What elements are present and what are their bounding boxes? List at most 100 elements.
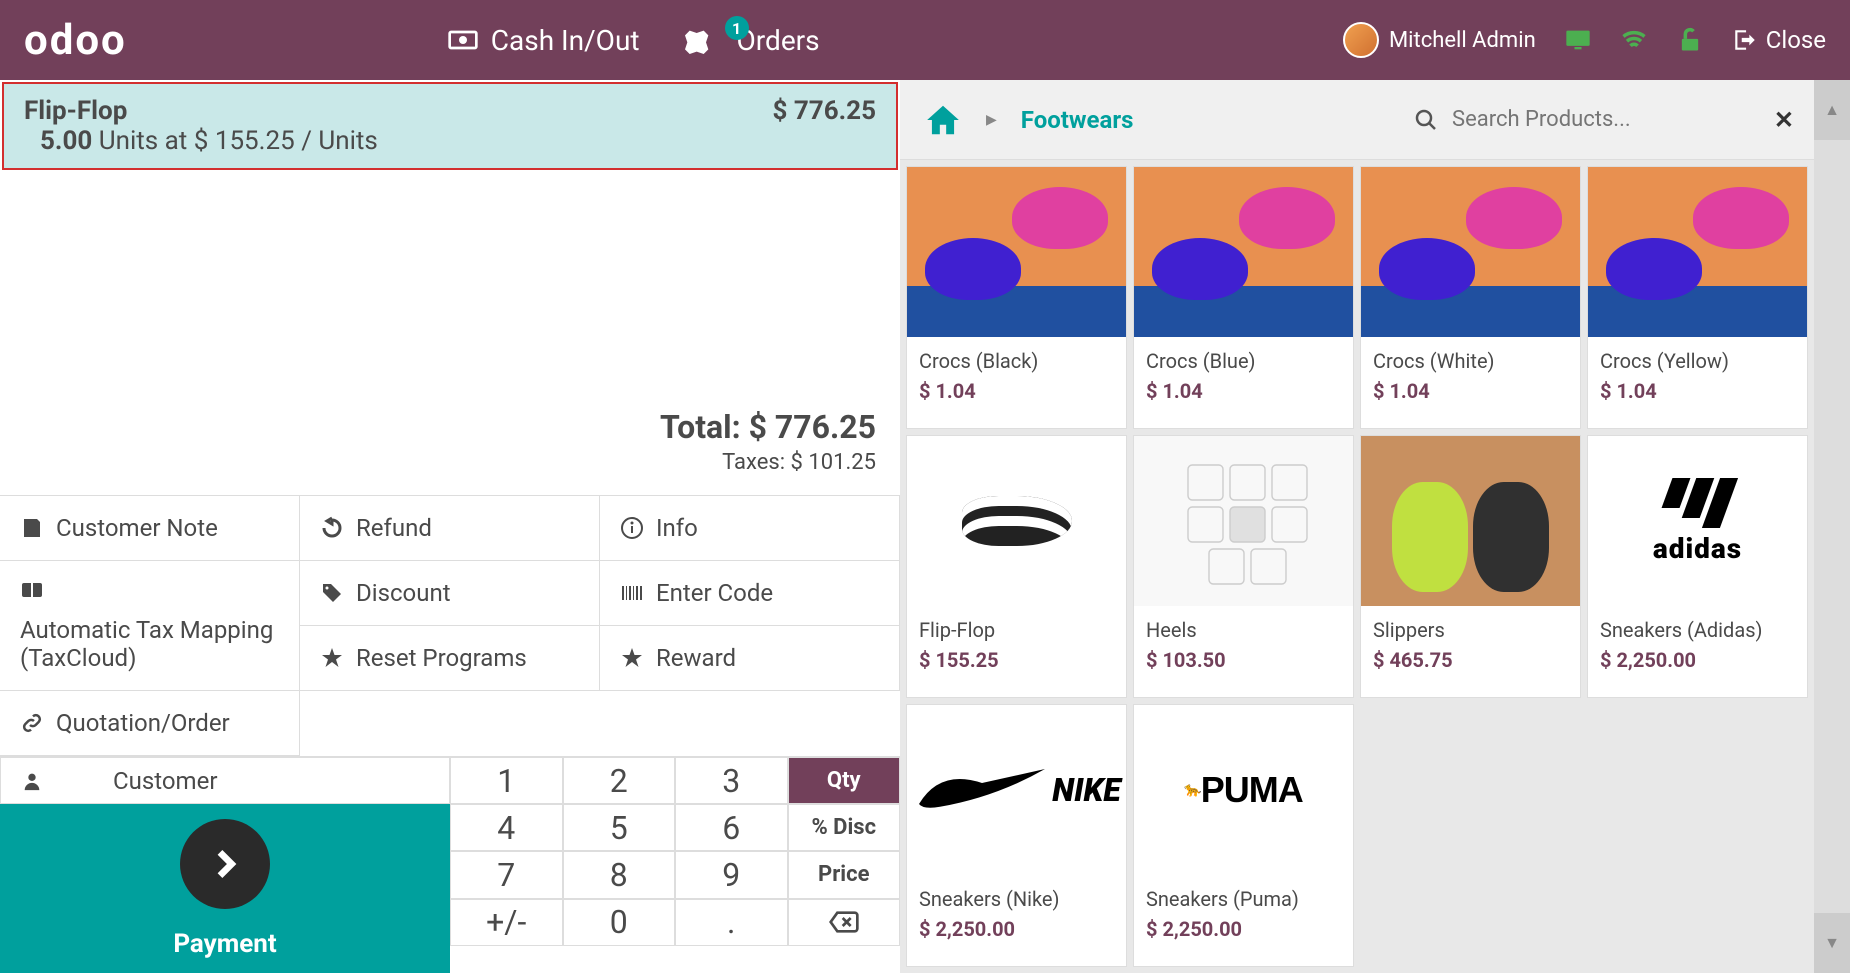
reward-button[interactable]: Reward (600, 626, 900, 691)
product-name: Heels (1134, 606, 1353, 648)
breadcrumb: ▶ Footwears (900, 101, 1157, 139)
star-icon (320, 646, 344, 670)
numkey-9[interactable]: 9 (675, 851, 788, 898)
numkey-2[interactable]: 2 (563, 757, 676, 804)
close-button[interactable]: Close (1732, 26, 1826, 54)
mode-price[interactable]: Price (788, 851, 901, 898)
product-card[interactable]: adidas Sneakers (Adidas) $ 2,250.00 (1587, 435, 1808, 698)
orderline-detail: 5.00 Units at $ 155.25 / Units (40, 126, 378, 156)
numkey-5[interactable]: 5 (563, 804, 676, 851)
scroll-up[interactable]: ▲ (1814, 80, 1850, 140)
payment-button[interactable]: Payment (0, 804, 450, 973)
product-price: $ 1.04 (1134, 379, 1353, 417)
cash-in-out-button[interactable]: Cash In/Out (447, 24, 640, 57)
product-price: $ 1.04 (907, 379, 1126, 417)
numkey-6[interactable]: 6 (675, 804, 788, 851)
product-price: $ 155.25 (907, 648, 1126, 686)
cash-label: Cash In/Out (491, 24, 640, 57)
unlock-icon[interactable] (1676, 26, 1704, 54)
person-icon (21, 770, 43, 792)
user-menu[interactable]: Mitchell Admin (1343, 22, 1536, 58)
star-icon (620, 646, 644, 670)
product-card[interactable]: Crocs (Yellow) $ 1.04 (1587, 166, 1808, 429)
product-card[interactable]: Crocs (Blue) $ 1.04 (1133, 166, 1354, 429)
orders-badge: 1 (725, 16, 749, 40)
auto-tax-button[interactable]: Automatic Tax Mapping (TaxCloud) (0, 561, 300, 691)
product-name: Sneakers (Nike) (907, 875, 1126, 917)
backspace-icon (828, 906, 860, 938)
numkey-0[interactable]: 0 (563, 899, 676, 946)
close-icon[interactable]: ✕ (1774, 106, 1794, 134)
product-name: Crocs (Black) (907, 337, 1126, 379)
product-price: $ 2,250.00 (1588, 648, 1807, 686)
discount-button[interactable]: Discount (300, 561, 600, 626)
product-price: $ 1.04 (1588, 379, 1807, 417)
numkey-sign[interactable]: +/- (450, 899, 563, 946)
orders-button[interactable]: 1 Orders (685, 24, 820, 57)
product-price: $ 103.50 (1134, 648, 1353, 686)
product-card[interactable]: Crocs (White) $ 1.04 (1360, 166, 1581, 429)
monitor-icon[interactable] (1564, 26, 1592, 54)
product-name: Sneakers (Adidas) (1588, 606, 1807, 648)
barcode-icon (620, 581, 644, 605)
product-image (907, 167, 1126, 337)
quotation-button[interactable]: Quotation/Order (0, 691, 300, 756)
numkey-7[interactable]: 7 (450, 851, 563, 898)
product-name: Flip-Flop (907, 606, 1126, 648)
numkey-3[interactable]: 3 (675, 757, 788, 804)
backspace-key[interactable] (788, 899, 901, 946)
product-card[interactable]: NIKE Sneakers (Nike) $ 2,250.00 (906, 704, 1127, 967)
order-line-selected[interactable]: Flip-Flop 5.00 Units at $ 155.25 / Units… (2, 82, 898, 170)
product-price: $ 465.75 (1361, 648, 1580, 686)
product-card[interactable]: Flip-Flop $ 155.25 (906, 435, 1127, 698)
scroll-down[interactable]: ▼ (1814, 913, 1850, 973)
home-icon[interactable] (924, 101, 962, 139)
product-image (1588, 167, 1807, 337)
product-image (1134, 167, 1353, 337)
product-price: $ 1.04 (1361, 379, 1580, 417)
numkey-dot[interactable]: . (675, 899, 788, 946)
numkey-8[interactable]: 8 (563, 851, 676, 898)
product-card[interactable]: Slippers $ 465.75 (1360, 435, 1581, 698)
orderline-product: Flip-Flop (24, 96, 378, 126)
avatar (1343, 22, 1379, 58)
close-label: Close (1766, 26, 1826, 54)
customer-note-button[interactable]: Customer Note (0, 496, 300, 561)
product-name: Crocs (Blue) (1134, 337, 1353, 379)
product-card[interactable]: Crocs (Black) $ 1.04 (906, 166, 1127, 429)
numkey-1[interactable]: 1 (450, 757, 563, 804)
orderline-price: $ 776.25 (772, 96, 876, 126)
product-name: Sneakers (Puma) (1134, 875, 1353, 917)
mode-qty[interactable]: Qty (788, 757, 901, 804)
search-icon (1414, 108, 1438, 132)
product-card[interactable]: Heels $ 103.50 (1133, 435, 1354, 698)
product-name: Crocs (Yellow) (1588, 337, 1807, 379)
info-icon (620, 516, 644, 540)
mode-disc[interactable]: % Disc (788, 804, 901, 851)
product-card[interactable]: 🐆PUMA Sneakers (Puma) $ 2,250.00 (1133, 704, 1354, 967)
info-button[interactable]: Info (600, 496, 900, 561)
search-input[interactable] (1452, 107, 1760, 132)
enter-code-button[interactable]: Enter Code (600, 561, 900, 626)
breadcrumb-category[interactable]: Footwears (1021, 106, 1134, 134)
signout-icon (1732, 27, 1758, 53)
ticket-icon (685, 26, 713, 54)
tag-icon (320, 581, 344, 605)
search-box: ✕ (1394, 94, 1814, 146)
product-image (1361, 436, 1580, 606)
numkey-4[interactable]: 4 (450, 804, 563, 851)
product-image: adidas (1588, 436, 1807, 606)
undo-icon (320, 516, 344, 540)
product-name: Slippers (1361, 606, 1580, 648)
user-name: Mitchell Admin (1389, 28, 1536, 53)
product-image (1361, 167, 1580, 337)
header-bar: odoo Cash In/Out 1 Orders Mitchell Admin (0, 0, 1850, 80)
chevron-right-icon: ▶ (986, 112, 997, 128)
product-image (1134, 436, 1353, 606)
customer-button[interactable]: Customer (0, 757, 450, 804)
wifi-icon[interactable] (1620, 26, 1648, 54)
order-totals: Total: $ 776.25 Taxes: $ 101.25 (0, 388, 900, 496)
reset-programs-button[interactable]: Reset Programs (300, 626, 600, 691)
refund-button[interactable]: Refund (300, 496, 600, 561)
money-icon (447, 24, 479, 56)
